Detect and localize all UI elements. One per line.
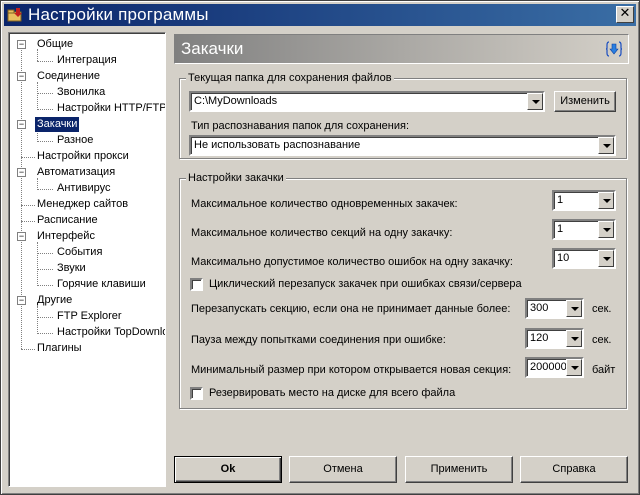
chevron-down-icon[interactable]	[566, 359, 582, 376]
tree-item-http-ftp[interactable]: Настройки HTTP/FTP	[55, 101, 165, 116]
tree-connector	[37, 269, 53, 270]
tree-connector	[37, 61, 53, 62]
ok-button[interactable]: Ok	[174, 456, 282, 483]
collapse-icon[interactable]: −	[17, 296, 26, 305]
chevron-down-icon[interactable]	[598, 137, 614, 154]
min-size-combo[interactable]: 200000	[525, 357, 584, 378]
min-size-unit: байт	[592, 364, 616, 376]
pause-label: Пауза между попытками соединения при оши…	[191, 334, 446, 346]
folder-group-legend: Текущая папка для сохранения файлов	[186, 72, 394, 84]
tree-item-dialer[interactable]: Звонилка	[55, 85, 107, 100]
pause-combo[interactable]: 120	[525, 328, 584, 349]
tree-item-events[interactable]: События	[55, 245, 104, 260]
cyclic-restart-checkbox[interactable]	[190, 278, 203, 291]
download-folder-combo[interactable]: C:\MyDownloads	[189, 91, 545, 112]
tree-item-connection[interactable]: Соединение	[35, 69, 102, 84]
max-sections-combo[interactable]: 1	[552, 219, 616, 240]
collapse-icon[interactable]: −	[17, 72, 26, 81]
chevron-down-icon[interactable]	[598, 221, 614, 238]
tree-item-general[interactable]: Общие	[35, 37, 75, 52]
tree-connector	[37, 333, 53, 334]
max-errors-value: 10	[557, 252, 570, 264]
reserve-space-checkbox[interactable]	[190, 387, 203, 400]
tree-item-proxy[interactable]: Настройки прокси	[35, 149, 131, 164]
max-downloads-label: Максимальное количество одновременных за…	[191, 198, 458, 210]
max-downloads-combo[interactable]: 1	[552, 190, 616, 211]
tree-item-misc[interactable]: Разное	[55, 133, 95, 148]
chevron-down-icon[interactable]	[566, 330, 582, 347]
tree-connector	[21, 221, 35, 222]
restart-section-unit: сек.	[592, 303, 612, 315]
download-folder-value: C:\MyDownloads	[194, 95, 278, 107]
settings-tree[interactable]: − − − − − − Общие Интеграция Соединение …	[8, 32, 166, 487]
tree-connector	[37, 306, 38, 334]
window-title: Настройки программы	[28, 5, 209, 24]
restart-section-label: Перезапускать секцию, если она не приним…	[191, 303, 511, 315]
tree-item-ftp-explorer[interactable]: FTP Explorer	[55, 309, 124, 324]
recognition-type-value: Не использовать распознавание	[194, 139, 361, 151]
max-errors-combo[interactable]: 10	[552, 248, 616, 269]
tree-item-other[interactable]: Другие	[35, 293, 74, 308]
apply-button[interactable]: Применить	[405, 456, 513, 483]
change-folder-button[interactable]: Изменить	[554, 91, 616, 112]
recognition-type-label: Тип распознавания папок для сохранения:	[191, 120, 410, 132]
pause-unit: сек.	[592, 334, 612, 346]
tree-item-hotkeys[interactable]: Горячие клавиши	[55, 277, 148, 292]
section-title: Закачки	[181, 39, 244, 58]
title-bar[interactable]: Настройки программы ✕	[4, 4, 636, 26]
max-errors-label: Максимально допустимое количество ошибок…	[191, 256, 513, 268]
tree-connector	[37, 317, 53, 318]
download-settings-legend: Настройки закачки	[186, 172, 286, 184]
cancel-button[interactable]: Отмена	[289, 456, 397, 483]
tree-connector	[21, 349, 35, 350]
tree-item-integration[interactable]: Интеграция	[55, 53, 119, 68]
tree-item-sounds[interactable]: Звуки	[55, 261, 88, 276]
download-arrow-icon	[605, 41, 623, 57]
tree-connector	[37, 253, 53, 254]
tree-connector	[37, 242, 38, 286]
tree-connector	[37, 189, 53, 190]
tree-connector	[37, 93, 53, 94]
tree-item-site-manager[interactable]: Менеджер сайтов	[35, 197, 130, 212]
restart-section-value: 300	[530, 302, 549, 314]
tree-item-plugins[interactable]: Плагины	[35, 341, 84, 356]
tree-connector	[37, 141, 53, 142]
max-sections-value: 1	[557, 223, 564, 235]
tree-item-schedule[interactable]: Расписание	[35, 213, 100, 228]
tree-connector	[37, 109, 53, 110]
chevron-down-icon[interactable]	[598, 192, 614, 209]
section-header: Закачки	[174, 34, 629, 64]
min-size-value: 200000	[530, 361, 567, 373]
help-button[interactable]: Справка	[520, 456, 628, 483]
collapse-icon[interactable]: −	[17, 168, 26, 177]
tree-item-interface[interactable]: Интерфейс	[35, 229, 97, 244]
reserve-space-label[interactable]: Резервировать место на диске для всего ф…	[209, 387, 455, 399]
collapse-icon[interactable]: −	[17, 120, 26, 129]
app-icon	[7, 7, 23, 23]
tree-item-topdownloads[interactable]: Настройки TopDownloads	[55, 325, 165, 340]
tree-item-automation[interactable]: Автоматизация	[35, 165, 117, 180]
max-downloads-value: 1	[557, 194, 564, 206]
collapse-icon[interactable]: −	[17, 40, 26, 49]
chevron-down-icon[interactable]	[527, 93, 543, 110]
tree-item-antivirus[interactable]: Антивирус	[55, 181, 112, 196]
tree-connector	[21, 157, 35, 158]
cyclic-restart-label[interactable]: Циклический перезапуск закачек при ошибк…	[209, 278, 522, 290]
settings-window: Настройки программы ✕ − − − − − − Общие …	[0, 0, 640, 495]
max-sections-label: Максимальное количество секций на одну з…	[191, 227, 453, 239]
pause-value: 120	[530, 332, 549, 344]
chevron-down-icon[interactable]	[566, 300, 582, 317]
collapse-icon[interactable]: −	[17, 232, 26, 241]
close-icon: ✕	[619, 6, 631, 21]
tree-connector	[37, 82, 38, 110]
recognition-type-combo[interactable]: Не использовать распознавание	[189, 135, 616, 156]
min-size-label: Минимальный размер при котором открывает…	[191, 364, 512, 376]
tree-connector	[21, 205, 35, 206]
tree-connector	[37, 285, 53, 286]
tree-item-downloads[interactable]: Закачки	[35, 117, 80, 132]
close-button[interactable]: ✕	[616, 6, 634, 23]
restart-section-combo[interactable]: 300	[525, 298, 584, 319]
chevron-down-icon[interactable]	[598, 250, 614, 267]
